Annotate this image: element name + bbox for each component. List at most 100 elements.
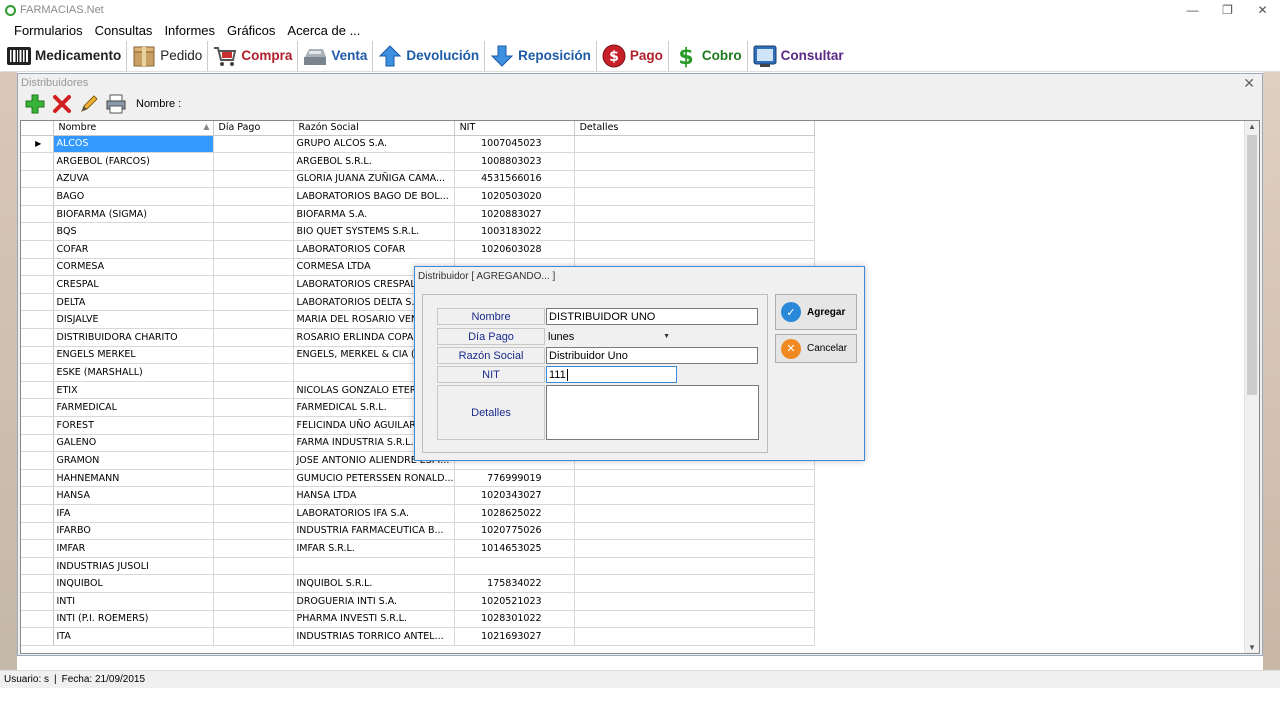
table-row[interactable]: BIOFARMA (SIGMA) BIOFARMA S.A. 1020883027 — [21, 205, 815, 224]
row-header[interactable] — [21, 258, 54, 277]
cell-dia-pago[interactable] — [213, 222, 294, 242]
cell-razon-social[interactable] — [293, 557, 455, 576]
cell-nombre[interactable]: BIOFARMA (SIGMA) — [53, 205, 214, 224]
razon-social-input[interactable]: Distribuidor Uno — [546, 347, 758, 364]
cell-nit[interactable]: 1020521023 — [454, 592, 575, 611]
row-header[interactable]: ▶ — [21, 135, 54, 154]
scrollbar-thumb[interactable] — [1247, 135, 1257, 395]
detalles-textarea[interactable] — [546, 385, 759, 440]
cell-nit[interactable]: 1020775026 — [454, 522, 575, 541]
menu-consultas[interactable]: Consultas — [89, 23, 159, 38]
cell-nombre[interactable]: FARMEDICAL — [53, 398, 214, 417]
edit-pencil-icon[interactable] — [78, 93, 100, 115]
cell-nit[interactable]: 1008803023 — [454, 152, 575, 171]
consultar-button[interactable]: Consultar — [748, 41, 849, 71]
row-header[interactable] — [21, 381, 54, 400]
cell-nombre[interactable]: IFA — [53, 504, 214, 523]
row-header[interactable] — [21, 328, 54, 347]
cell-nombre[interactable]: HAHNEMANN — [53, 469, 214, 488]
cell-detalles[interactable] — [574, 627, 815, 646]
compra-button[interactable]: Compra — [208, 40, 299, 71]
cancelar-button[interactable]: ✕ Cancelar — [775, 334, 857, 363]
cell-dia-pago[interactable] — [213, 398, 294, 417]
add-icon[interactable] — [24, 93, 46, 115]
cell-nombre[interactable]: INDUSTRIAS JUSOLI — [53, 557, 214, 576]
table-row[interactable]: IFA LABORATORIOS IFA S.A. 1028625022 — [21, 504, 815, 523]
cell-dia-pago[interactable] — [213, 381, 294, 400]
reposicion-button[interactable]: Reposición — [485, 40, 597, 71]
column-header-nombre[interactable]: Nombre ▲ — [53, 121, 214, 136]
table-row[interactable]: INQUIBOL INQUIBOL S.R.L. 175834022 — [21, 574, 815, 593]
cell-razon-social[interactable]: INDUSTRIAS TORRICO ANTEL... — [293, 627, 455, 646]
table-row[interactable]: BAGO LABORATORIOS BAGO DE BOL... 102050302… — [21, 187, 815, 206]
cell-nombre[interactable]: INQUIBOL — [53, 574, 214, 593]
cell-detalles[interactable] — [574, 557, 815, 576]
cell-dia-pago[interactable] — [213, 328, 294, 347]
agregar-button[interactable]: ✓ Agregar — [775, 294, 857, 330]
cell-dia-pago[interactable] — [213, 170, 294, 189]
delete-icon[interactable] — [51, 93, 73, 115]
scroll-up-icon[interactable]: ▲ — [1248, 122, 1256, 131]
scroll-down-icon[interactable]: ▼ — [1248, 643, 1256, 652]
cell-nit[interactable]: 1007045023 — [454, 135, 575, 154]
cell-nombre[interactable]: FOREST — [53, 416, 214, 435]
cell-detalles[interactable] — [574, 469, 815, 488]
column-header-razon-social[interactable]: Razón Social — [293, 121, 455, 136]
cell-razon-social[interactable]: GRUPO ALCOS S.A. — [293, 135, 455, 154]
cobro-button[interactable]: $ Cobro — [669, 40, 748, 71]
row-header[interactable] — [21, 627, 54, 646]
cell-dia-pago[interactable] — [213, 592, 294, 611]
cell-detalles[interactable] — [574, 170, 815, 189]
cell-nombre[interactable]: DELTA — [53, 293, 214, 312]
cell-dia-pago[interactable] — [213, 258, 294, 277]
cell-nombre[interactable]: INTI (P.I. ROEMERS) — [53, 610, 214, 629]
minimize-button[interactable]: — — [1175, 0, 1210, 20]
table-row[interactable]: ITA INDUSTRIAS TORRICO ANTEL... 1021693027 — [21, 627, 815, 646]
cell-razon-social[interactable]: LABORATORIOS BAGO DE BOL... — [293, 187, 455, 206]
table-row[interactable]: IFARBO INDUSTRIA FARMACEUTICA B... 1020775… — [21, 522, 815, 541]
menu-formularios[interactable]: Formularios — [8, 23, 89, 38]
cell-nombre[interactable]: CRESPAL — [53, 275, 214, 294]
cell-nit[interactable]: 1003183022 — [454, 222, 575, 242]
column-header-dia-pago[interactable]: Día Pago — [213, 121, 294, 136]
cell-dia-pago[interactable] — [213, 293, 294, 312]
cell-nombre[interactable]: ESKE (MARSHALL) — [53, 363, 214, 382]
dia-pago-select[interactable]: lunes ▼ — [546, 328, 672, 345]
cell-nombre[interactable]: COFAR — [53, 240, 214, 259]
row-header[interactable] — [21, 293, 54, 312]
medicamento-button[interactable]: Medicamento — [2, 40, 128, 71]
cell-nit[interactable]: 1020883027 — [454, 205, 575, 224]
cell-detalles[interactable] — [574, 135, 815, 154]
cell-nombre[interactable]: DISJALVE — [53, 310, 214, 330]
row-header[interactable] — [21, 346, 54, 365]
cell-razon-social[interactable]: BIO QUET SYSTEMS S.R.L. — [293, 222, 455, 242]
cell-nit[interactable]: 1020343027 — [454, 486, 575, 505]
cell-dia-pago[interactable] — [213, 363, 294, 382]
pedido-button[interactable]: Pedido — [127, 40, 209, 71]
row-header[interactable] — [21, 275, 54, 294]
cell-razon-social[interactable]: GUMUCIO PETERSSEN RONALD... — [293, 469, 455, 488]
cell-nombre[interactable]: CORMESA — [53, 258, 214, 277]
cell-nombre[interactable]: ENGELS MERKEL — [53, 346, 214, 365]
cell-dia-pago[interactable] — [213, 504, 294, 523]
cell-razon-social[interactable]: INQUIBOL S.R.L. — [293, 574, 455, 593]
cell-nombre[interactable]: ARGEBOL (FARCOS) — [53, 152, 214, 171]
cell-dia-pago[interactable] — [213, 627, 294, 646]
row-header[interactable] — [21, 504, 54, 523]
restore-button[interactable]: ❐ — [1210, 0, 1245, 20]
cell-razon-social[interactable]: DROGUERIA INTI S.A. — [293, 592, 455, 611]
cell-nit[interactable]: 1021693027 — [454, 627, 575, 646]
cell-nombre[interactable]: DISTRIBUIDORA CHARITO — [53, 328, 214, 347]
cell-dia-pago[interactable] — [213, 346, 294, 365]
menu-graficos[interactable]: Gráficos — [221, 23, 281, 38]
cell-dia-pago[interactable] — [213, 434, 294, 453]
cell-nombre[interactable]: HANSA — [53, 486, 214, 505]
row-header[interactable] — [21, 451, 54, 470]
table-row[interactable]: AZUVA GLORIA JUANA ZUÑIGA CAMA... 45315660… — [21, 170, 815, 189]
row-header[interactable] — [21, 469, 54, 488]
menu-acerca-de[interactable]: Acerca de ... — [281, 23, 366, 38]
cell-detalles[interactable] — [574, 574, 815, 593]
table-row[interactable]: BQS BIO QUET SYSTEMS S.R.L. 1003183022 — [21, 222, 815, 242]
cell-nit[interactable]: 1020503020 — [454, 187, 575, 206]
cell-detalles[interactable] — [574, 152, 815, 171]
